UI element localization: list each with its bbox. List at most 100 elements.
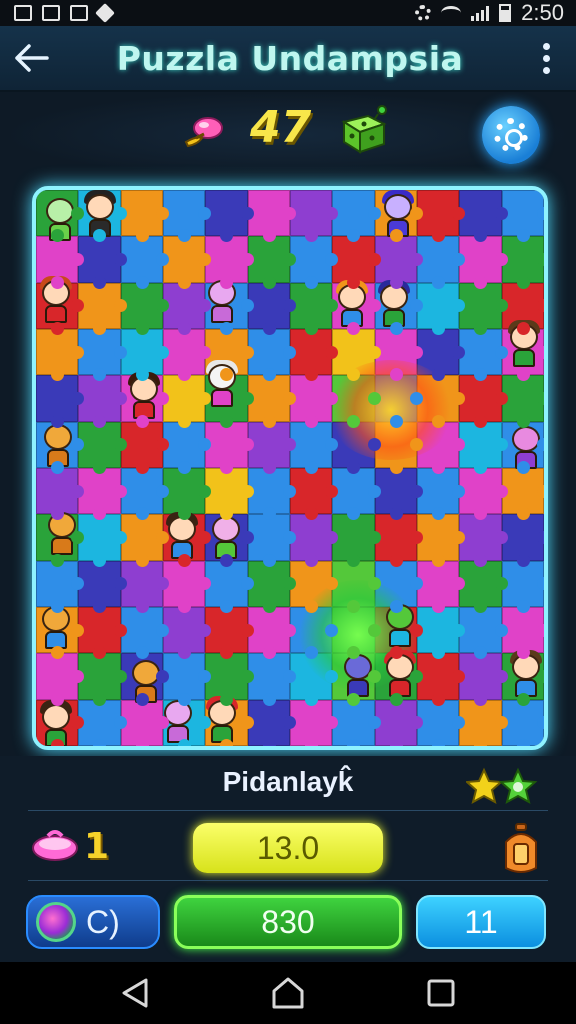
puzzle-piece[interactable] bbox=[374, 236, 424, 290]
puzzle-piece[interactable] bbox=[332, 190, 382, 243]
puzzle-piece[interactable] bbox=[459, 560, 509, 614]
puzzle-piece[interactable] bbox=[78, 467, 128, 521]
puzzle-piece[interactable] bbox=[332, 560, 382, 614]
puzzle-piece[interactable] bbox=[459, 375, 509, 429]
puzzle-piece[interactable] bbox=[247, 467, 297, 521]
puzzle-piece[interactable] bbox=[247, 606, 297, 660]
puzzle-piece[interactable] bbox=[78, 699, 128, 746]
puzzle-piece[interactable] bbox=[459, 421, 509, 475]
puzzle-piece[interactable] bbox=[36, 653, 85, 707]
puzzle-piece[interactable] bbox=[36, 328, 85, 382]
puzzle-piece[interactable] bbox=[120, 606, 170, 660]
puzzle-piece[interactable] bbox=[205, 467, 255, 521]
puzzle-piece[interactable] bbox=[332, 699, 382, 746]
puzzle-piece[interactable] bbox=[416, 699, 466, 746]
puzzle-piece[interactable] bbox=[332, 606, 382, 660]
puzzle-piece[interactable] bbox=[120, 236, 170, 290]
puzzle-piece[interactable] bbox=[374, 699, 424, 746]
puzzle-piece[interactable] bbox=[459, 699, 509, 746]
puzzle-piece[interactable] bbox=[416, 190, 466, 243]
puzzle-piece[interactable] bbox=[459, 467, 509, 521]
puzzle-piece[interactable] bbox=[416, 421, 466, 475]
puzzle-piece[interactable] bbox=[162, 190, 212, 243]
puzzle-piece[interactable] bbox=[416, 560, 466, 614]
puzzle-grid[interactable] bbox=[36, 190, 544, 746]
puzzle-piece[interactable] bbox=[78, 236, 128, 290]
puzzle-piece[interactable] bbox=[78, 421, 128, 475]
puzzle-piece[interactable] bbox=[416, 328, 466, 382]
puzzle-piece[interactable] bbox=[120, 282, 170, 336]
level-button[interactable]: 11 bbox=[416, 895, 546, 949]
puzzle-piece[interactable] bbox=[120, 514, 170, 568]
puzzle-piece[interactable] bbox=[162, 560, 212, 614]
puzzle-piece[interactable] bbox=[289, 236, 339, 290]
puzzle-piece[interactable] bbox=[120, 421, 170, 475]
puzzle-piece[interactable] bbox=[78, 328, 128, 382]
puzzle-piece[interactable] bbox=[289, 653, 339, 707]
puzzle-piece[interactable] bbox=[459, 282, 509, 336]
puzzle-piece[interactable] bbox=[332, 467, 382, 521]
puzzle-piece[interactable] bbox=[120, 560, 170, 614]
puzzle-piece[interactable] bbox=[289, 606, 339, 660]
puzzle-piece[interactable] bbox=[374, 375, 424, 429]
puzzle-piece[interactable] bbox=[247, 190, 297, 243]
puzzle-piece[interactable] bbox=[78, 606, 128, 660]
puzzle-piece[interactable] bbox=[332, 421, 382, 475]
puzzle-piece[interactable] bbox=[459, 653, 509, 707]
puzzle-piece[interactable] bbox=[162, 653, 212, 707]
puzzle-piece[interactable] bbox=[459, 606, 509, 660]
puzzle-piece[interactable] bbox=[247, 328, 297, 382]
puzzle-piece[interactable] bbox=[374, 328, 424, 382]
puzzle-piece[interactable] bbox=[78, 653, 128, 707]
puzzle-piece[interactable] bbox=[162, 328, 212, 382]
puzzle-piece[interactable] bbox=[459, 190, 509, 243]
lantern-icon[interactable] bbox=[498, 822, 544, 878]
puzzle-piece[interactable] bbox=[501, 514, 544, 568]
puzzle-piece[interactable] bbox=[501, 375, 544, 429]
stars-icon[interactable] bbox=[466, 766, 542, 808]
puzzle-piece[interactable] bbox=[501, 190, 544, 243]
puzzle-piece[interactable] bbox=[416, 467, 466, 521]
puzzle-piece[interactable] bbox=[36, 375, 85, 429]
nav-home-icon[interactable] bbox=[270, 976, 306, 1010]
puzzle-piece[interactable] bbox=[120, 190, 170, 243]
puzzle-piece[interactable] bbox=[289, 328, 339, 382]
puzzle-piece[interactable] bbox=[247, 236, 297, 290]
puzzle-piece[interactable] bbox=[289, 421, 339, 475]
puzzle-piece[interactable] bbox=[247, 375, 297, 429]
puzzle-piece[interactable] bbox=[120, 328, 170, 382]
puzzle-piece[interactable] bbox=[247, 514, 297, 568]
puzzle-board[interactable] bbox=[32, 186, 548, 750]
puzzle-piece[interactable] bbox=[416, 606, 466, 660]
puzzle-piece[interactable] bbox=[205, 421, 255, 475]
puzzle-piece[interactable] bbox=[289, 560, 339, 614]
puzzle-piece[interactable] bbox=[205, 653, 255, 707]
puzzle-piece[interactable] bbox=[459, 236, 509, 290]
puzzle-piece[interactable] bbox=[247, 699, 297, 746]
puzzle-piece[interactable] bbox=[459, 514, 509, 568]
puzzle-piece[interactable] bbox=[78, 375, 128, 429]
puzzle-piece[interactable] bbox=[374, 421, 424, 475]
more-options-button[interactable] bbox=[516, 25, 576, 91]
puzzle-piece[interactable] bbox=[459, 328, 509, 382]
puzzle-piece[interactable] bbox=[416, 236, 466, 290]
puzzle-piece[interactable] bbox=[416, 653, 466, 707]
puzzle-piece[interactable] bbox=[205, 560, 255, 614]
puzzle-piece[interactable] bbox=[501, 606, 544, 660]
points-button[interactable]: 830 bbox=[174, 895, 402, 949]
puzzle-piece[interactable] bbox=[162, 282, 212, 336]
puzzle-piece[interactable] bbox=[162, 606, 212, 660]
puzzle-piece[interactable] bbox=[416, 375, 466, 429]
puzzle-piece[interactable] bbox=[78, 514, 128, 568]
puzzle-piece[interactable] bbox=[120, 467, 170, 521]
puzzle-piece[interactable] bbox=[501, 467, 544, 521]
puzzle-piece[interactable] bbox=[289, 514, 339, 568]
nav-recent-apps-icon[interactable] bbox=[426, 978, 456, 1008]
puzzle-piece[interactable] bbox=[332, 514, 382, 568]
puzzle-piece[interactable] bbox=[289, 699, 339, 746]
puzzle-piece[interactable] bbox=[289, 190, 339, 243]
puzzle-piece[interactable] bbox=[374, 467, 424, 521]
puzzle-piece[interactable] bbox=[78, 282, 128, 336]
timer-button[interactable]: 13.0 bbox=[193, 823, 383, 873]
puzzle-piece[interactable] bbox=[162, 421, 212, 475]
